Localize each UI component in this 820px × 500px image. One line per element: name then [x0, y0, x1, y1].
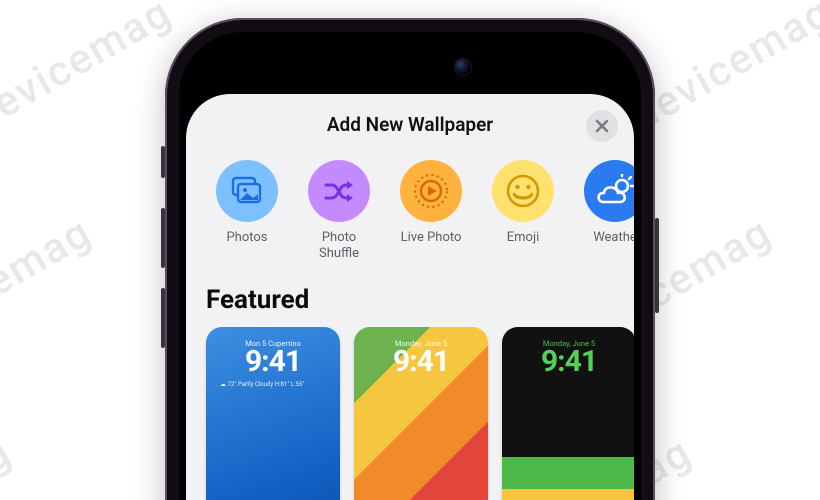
live-photo-icon: [411, 171, 451, 211]
category-emoji[interactable]: Emoji: [488, 160, 558, 263]
wallpaper-thumbnail-unity[interactable]: Monday, June 5 9:41: [502, 327, 634, 500]
shuffle-icon: [322, 177, 356, 205]
lockscreen-time: 9:41: [354, 347, 488, 377]
device-bezel: Add New Wallpaper: [179, 32, 641, 500]
category-photos[interactable]: Photos: [212, 160, 282, 263]
sheet-title: Add New Wallpaper: [186, 94, 634, 156]
volume-down-button: [161, 288, 165, 348]
category-label: Emoji: [507, 230, 539, 246]
close-icon: [595, 119, 609, 133]
front-camera: [455, 59, 471, 75]
category-photo-shuffle[interactable]: Photo Shuffle: [304, 160, 374, 263]
lockscreen-time: 9:41: [206, 347, 340, 377]
category-live-photo[interactable]: Live Photo: [396, 160, 466, 263]
emoji-icon: [504, 172, 542, 210]
photos-icon: [230, 176, 264, 206]
sheet-header: Add New Wallpaper: [186, 94, 634, 156]
category-label: Live Photo: [401, 230, 462, 246]
category-label: Photo Shuffle: [319, 230, 359, 263]
sheet-add-wallpaper: Add New Wallpaper: [186, 94, 634, 500]
section-title-featured: Featured: [186, 263, 634, 327]
close-button[interactable]: [586, 110, 618, 142]
wallpaper-thumbnail-pride-stripes[interactable]: Monday, June 5 9:41: [354, 327, 488, 500]
category-label: Weathe: [593, 230, 634, 246]
lockscreen-time: 9:41: [502, 347, 634, 377]
weather-icon: [595, 174, 634, 208]
featured-row: Mon 5 Cupertino 9:41 ☁ 72° Partly Cloudy…: [186, 327, 634, 500]
category-weather[interactable]: Weathe: [580, 160, 634, 263]
category-label: Photos: [226, 230, 267, 246]
volume-up-button: [161, 208, 165, 268]
lockscreen-widgets: ☁ 72° Partly Cloudy H:81° L:55°: [220, 381, 305, 389]
category-row: Photos Photo Shuffle: [186, 156, 634, 263]
wallpaper-thumbnail-weather[interactable]: Mon 5 Cupertino 9:41 ☁ 72° Partly Cloudy…: [206, 327, 340, 500]
side-button: [161, 146, 165, 178]
dynamic-island: [341, 48, 479, 86]
device-frame: Add New Wallpaper: [165, 18, 655, 500]
power-button: [655, 218, 659, 313]
